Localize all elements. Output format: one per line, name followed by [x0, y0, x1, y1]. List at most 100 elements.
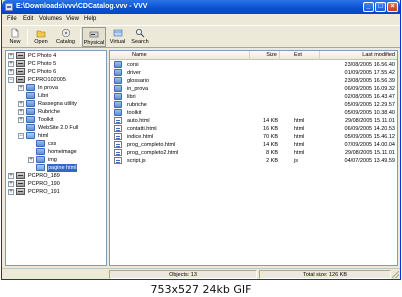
- tree-item[interactable]: Libri: [6, 92, 106, 100]
- maximize-button[interactable]: □: [375, 2, 386, 12]
- tree-item[interactable]: + Toolkit: [6, 116, 106, 124]
- tree-item-label: In prova: [38, 85, 58, 91]
- expand-icon[interactable]: +: [18, 117, 24, 123]
- toolbar-search-button[interactable]: Search: [129, 27, 151, 47]
- tree-item[interactable]: WebSite 2.0 Full: [6, 124, 106, 132]
- tree-item[interactable]: − html: [6, 132, 106, 140]
- table-row[interactable]: prog_completo2.html 8 KB html 29/08/2005 15…: [110, 149, 397, 157]
- toolbar-new-button[interactable]: New: [5, 27, 25, 47]
- column-name[interactable]: Name: [110, 51, 250, 60]
- cell-size: 2 KB: [266, 158, 278, 164]
- toolbar-virtual-button[interactable]: Virtual: [107, 27, 128, 47]
- toolbar: New Open Catalog Physical Virtual Search: [2, 25, 400, 48]
- table-row[interactable]: driver 01/09/2005 17.55.42: [110, 69, 397, 77]
- toolbar-new-label: New: [9, 39, 21, 45]
- table-row[interactable]: rubriche 05/09/2005 12.29.57: [110, 101, 397, 109]
- folder-icon: [114, 77, 122, 84]
- table-row[interactable]: indice.html 70 KB html 05/09/2005 15.46.12: [110, 133, 397, 141]
- table-row[interactable]: libri 02/08/2005 16.43.47: [110, 93, 397, 101]
- table-row[interactable]: corsi 23/08/2005 16.56.40: [110, 61, 397, 69]
- tree-item[interactable]: + img: [6, 156, 106, 164]
- tree-item-label: css: [48, 141, 57, 147]
- menu-volumes[interactable]: Volumes: [39, 16, 62, 23]
- image-info-text: 753x527 24kb GIF: [150, 283, 252, 296]
- toolbar-physical-button[interactable]: Physical: [82, 27, 106, 47]
- tree-item[interactable]: + Rubriche: [6, 108, 106, 116]
- table-row[interactable]: in_prova 06/09/2005 16.09.32: [110, 85, 397, 93]
- folder-icon: [36, 156, 45, 163]
- file-icon: [114, 125, 122, 132]
- expand-icon[interactable]: +: [18, 101, 24, 107]
- collapse-icon[interactable]: −: [8, 77, 14, 83]
- table-row[interactable]: glossario 23/08/2005 16.56.39: [110, 77, 397, 85]
- tree-item-label: img: [48, 157, 57, 163]
- file-icon: [114, 117, 122, 124]
- tree-item[interactable]: + PC Photo 6: [6, 68, 106, 76]
- close-button[interactable]: ×: [387, 2, 398, 12]
- resize-grip[interactable]: [392, 271, 399, 278]
- tree-item-label: pagine html: [47, 164, 78, 172]
- tree-item[interactable]: + PC Photo 5: [6, 60, 106, 68]
- tree-item-label: PCPRO_191: [28, 189, 60, 195]
- tree-item[interactable]: css: [6, 140, 106, 148]
- tree-item[interactable]: + PCPRO_189: [6, 172, 106, 180]
- tree-item[interactable]: + PCPRO_191: [6, 188, 106, 196]
- catalog-icon: [61, 28, 70, 38]
- column-last-modified[interactable]: Last modified: [320, 51, 397, 60]
- tree-item[interactable]: − PCPRO102005: [6, 76, 106, 84]
- menu-file[interactable]: File: [7, 16, 17, 23]
- expand-icon[interactable]: +: [8, 173, 14, 179]
- expand-icon[interactable]: +: [8, 53, 14, 59]
- minimize-button[interactable]: _: [363, 2, 374, 12]
- table-row[interactable]: script.js 2 KB js 04/07/2005 13.49.59: [110, 157, 397, 165]
- cell-size: 14 KB: [263, 142, 278, 148]
- cell-ext: js: [294, 158, 298, 164]
- expand-icon[interactable]: +: [28, 157, 34, 163]
- folder-icon: [26, 116, 35, 123]
- volume-tree[interactable]: + PC Photo 4 + PC Photo 5 + PC Photo 6 − PCPRO1…: [5, 50, 107, 266]
- expand-icon[interactable]: +: [18, 109, 24, 115]
- cell-name: in_prova: [127, 86, 149, 92]
- folder-icon: [36, 148, 45, 155]
- file-list[interactable]: Name Size Ext Last modified corsi 23/08/2…: [109, 50, 398, 266]
- tree-item-label: homeimage: [48, 149, 77, 155]
- expand-icon[interactable]: +: [8, 61, 14, 67]
- collapse-icon[interactable]: −: [18, 133, 24, 139]
- tree-item[interactable]: + PC Photo 4: [6, 52, 106, 60]
- table-row[interactable]: auto.html 14 KB html 29/08/2005 15.11.01: [110, 117, 397, 125]
- menu-help[interactable]: Help: [84, 16, 96, 23]
- tree-item[interactable]: pagine html: [6, 164, 106, 172]
- menu-view[interactable]: View: [66, 16, 79, 23]
- tree-item-label: Rubriche: [38, 109, 61, 115]
- title-bar[interactable]: E:\Downloads\vvv\CDCatalog.vvv - VVV _ □…: [2, 0, 400, 14]
- table-row[interactable]: prog_completo.html 14 KB html 07/09/2005 14…: [110, 141, 397, 149]
- file-icon: [114, 149, 122, 156]
- cell-last-modified: 23/08/2005 16.56.40: [344, 62, 395, 68]
- table-row[interactable]: contatti.html 16 KB html 06/09/2005 14.20.5…: [110, 125, 397, 133]
- expand-icon[interactable]: +: [8, 189, 14, 195]
- cell-last-modified: 02/08/2005 16.43.47: [344, 94, 395, 100]
- expand-icon[interactable]: +: [8, 181, 14, 187]
- cell-last-modified: 29/08/2005 15.11.01: [344, 118, 395, 124]
- expand-icon[interactable]: +: [18, 85, 24, 91]
- drive-icon: [16, 68, 25, 75]
- column-ext[interactable]: Ext: [280, 51, 320, 60]
- cell-name: indice.html: [127, 134, 154, 140]
- toolbar-catalog-button[interactable]: Catalog: [53, 27, 78, 47]
- cell-name: libri: [127, 94, 136, 100]
- toolbar-open-button[interactable]: Open: [30, 27, 52, 47]
- tree-item[interactable]: + Rassegna utility: [6, 100, 106, 108]
- tree-item[interactable]: + In prova: [6, 84, 106, 92]
- cell-size: 16 KB: [263, 126, 278, 132]
- tree-item[interactable]: + PCPRO_190: [6, 180, 106, 188]
- tree-item[interactable]: homeimage: [6, 148, 106, 156]
- folder-icon: [26, 84, 35, 91]
- toolbar-virtual-label: Virtual: [109, 39, 126, 45]
- folder-icon: [26, 108, 35, 115]
- toolbar-catalog-label: Catalog: [56, 39, 75, 45]
- menu-edit[interactable]: Edit: [23, 16, 33, 23]
- column-size[interactable]: Size: [250, 51, 280, 60]
- expand-icon[interactable]: +: [8, 69, 14, 75]
- table-row[interactable]: toolkit 05/09/2005 10.38.40: [110, 109, 397, 117]
- folder-icon: [26, 92, 35, 99]
